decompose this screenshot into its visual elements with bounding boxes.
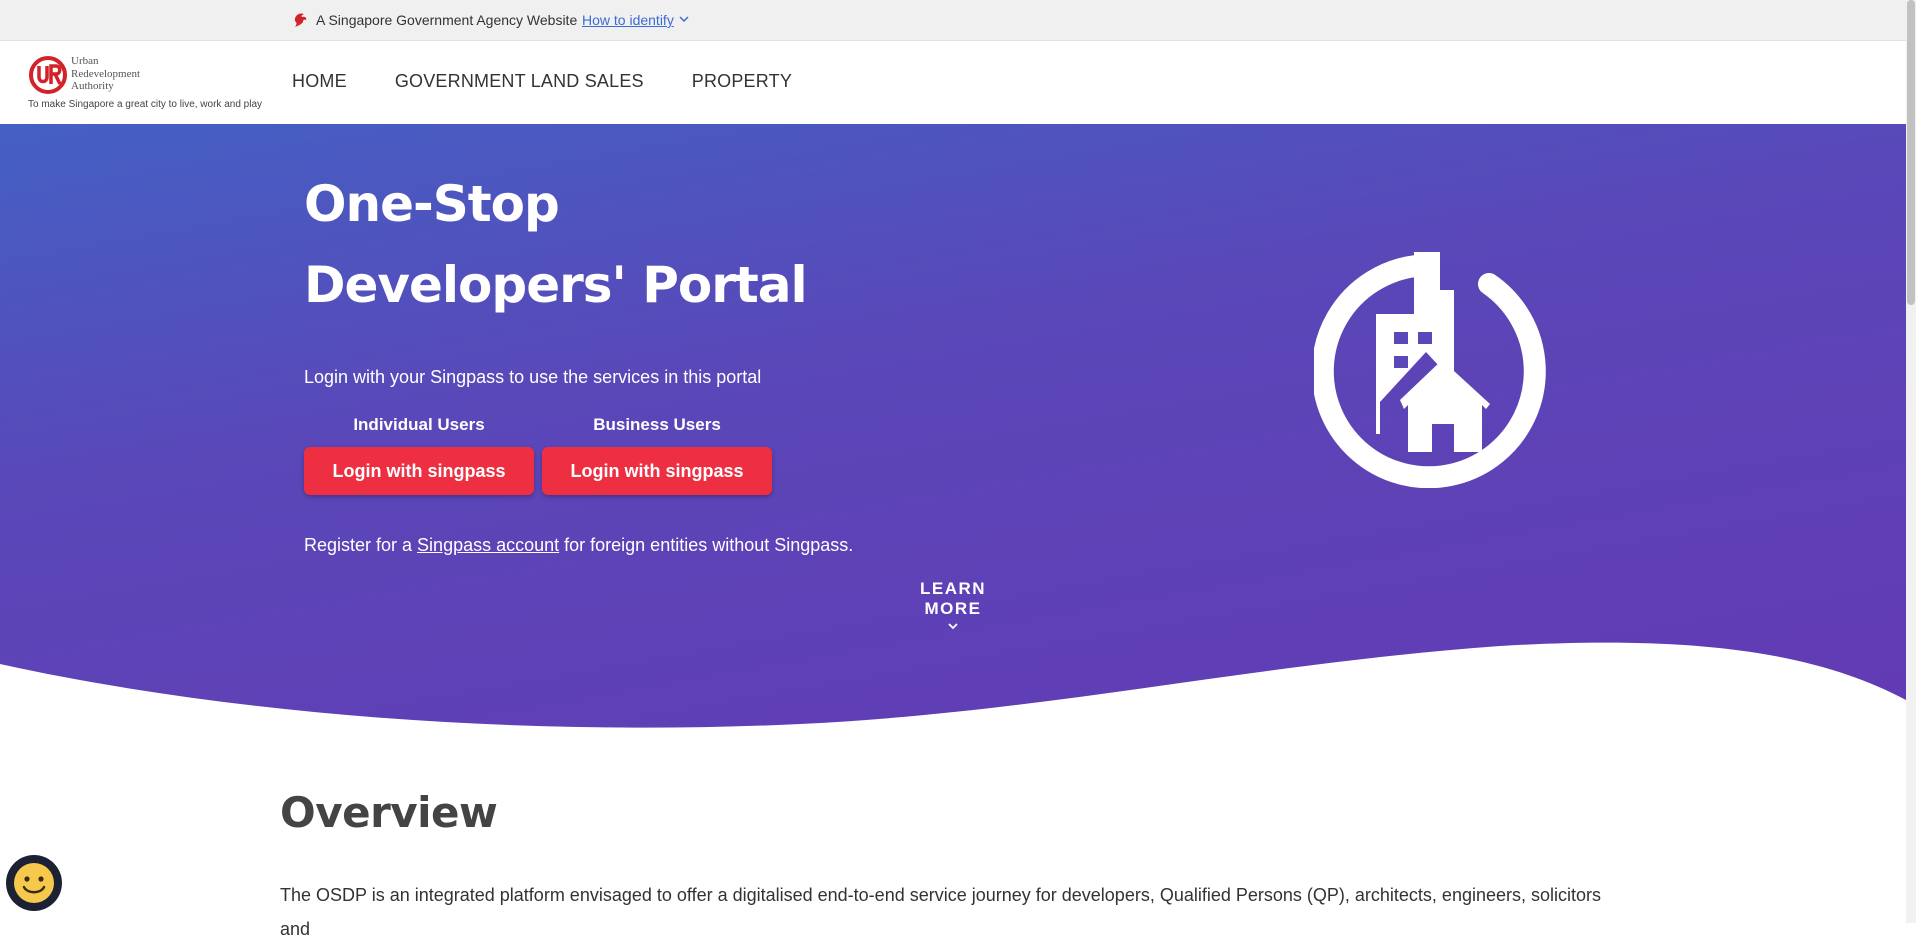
title-line-1: One-Stop	[304, 175, 560, 233]
logo-line-urban: Urban	[71, 55, 99, 67]
ura-tagline: To make Singapore a great city to live, …	[28, 99, 263, 110]
nav-item-home[interactable]: HOME	[292, 71, 347, 92]
learn-more-label: LEARN MORE	[919, 579, 987, 618]
page-scrollbar[interactable]	[1906, 0, 1916, 923]
main-nav: HOME GOVERNMENT LAND SALES PROPERTY	[292, 71, 792, 92]
logo-line-authority: Authority	[71, 80, 114, 92]
chat-assistant-button[interactable]	[6, 855, 62, 911]
title-line-2: Developers' Portal	[304, 256, 808, 314]
register-prefix: Register for a	[304, 535, 418, 555]
hero-banner: One-Stop Developers' Portal Login with y…	[0, 124, 1906, 734]
register-text: Register for a Singpass account for fore…	[304, 535, 853, 556]
individual-users-group: Individual Users Login with singpass	[304, 415, 534, 495]
business-users-label: Business Users	[593, 415, 721, 434]
business-users-group: Business Users Login with singpass	[542, 415, 772, 495]
building-house-icon	[1314, 252, 1546, 488]
individual-users-label: Individual Users	[353, 415, 485, 434]
gov-agency-text: A Singapore Government Agency Website	[316, 12, 578, 28]
gov-masthead: A Singapore Government Agency Website Ho…	[0, 0, 1906, 41]
hero-wave-divider	[0, 642, 1906, 734]
smiley-chat-icon	[14, 863, 54, 903]
business-singpass-login-button[interactable]: Login with singpass	[542, 447, 772, 495]
overview-paragraph: The OSDP is an integrated platform envis…	[280, 885, 1602, 939]
hero-subtitle: Login with your Singpass to use the serv…	[304, 367, 762, 387]
singapore-lion-icon	[294, 13, 307, 27]
chevron-down-icon[interactable]	[679, 14, 689, 24]
site-header: Urban Redevelopment Authority To make Si…	[0, 41, 1906, 124]
nav-item-government-land-sales[interactable]: GOVERNMENT LAND SALES	[395, 71, 644, 92]
ura-logo-icon[interactable]	[28, 55, 68, 95]
ura-logo-text[interactable]: Urban Redevelopment Authority	[71, 55, 171, 93]
how-to-identify-link[interactable]: How to identify	[582, 12, 674, 28]
page-title: One-Stop Developers' Portal	[304, 164, 808, 326]
overview-heading: Overview	[280, 788, 498, 837]
nav-item-property[interactable]: PROPERTY	[692, 71, 792, 92]
singpass-account-link[interactable]: Singpass account	[417, 535, 559, 555]
logo-line-redevelopment: Redevelopment	[71, 67, 141, 80]
register-suffix: for foreign entities without Singpass.	[559, 535, 854, 555]
scrollbar-thumb[interactable]	[1907, 0, 1915, 305]
individual-singpass-login-button[interactable]: Login with singpass	[304, 447, 534, 495]
